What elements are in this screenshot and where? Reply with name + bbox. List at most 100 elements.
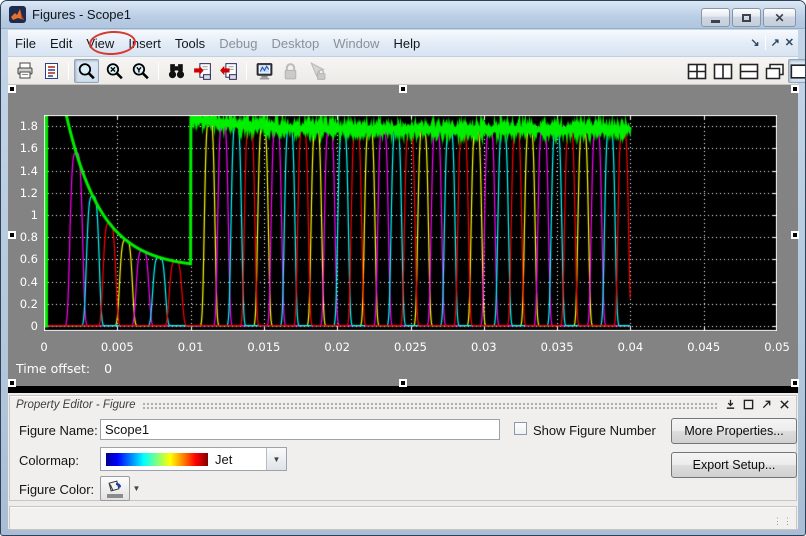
- y-tick-label: 0.8: [19, 230, 38, 245]
- tile-windows-icon: [687, 63, 706, 79]
- undock-icon[interactable]: ↗: [771, 37, 780, 49]
- separator: [764, 36, 766, 50]
- jet-colormap-swatch: [106, 452, 208, 466]
- dropdown-arrow-icon[interactable]: ▼: [266, 448, 286, 470]
- lock-axes-button[interactable]: [278, 59, 303, 83]
- floating-scope-icon: [256, 62, 273, 79]
- menu-insert[interactable]: Insert: [121, 36, 168, 51]
- signal-selection-icon: [310, 61, 326, 80]
- scope-bottom-edge: [8, 386, 798, 393]
- close-figure-icon[interactable]: ✕: [785, 37, 794, 49]
- selection-handle[interactable]: [791, 231, 799, 239]
- menu-tools[interactable]: Tools: [168, 36, 212, 51]
- property-editor-title: Property Editor - Figure: [16, 398, 136, 411]
- colormap-value: Jet: [215, 451, 233, 467]
- restore-axes-settings-icon: [220, 62, 237, 80]
- split-horizontal-button[interactable]: [736, 59, 761, 83]
- cascade-windows-icon: [765, 63, 784, 79]
- figure-name-label: Figure Name:: [19, 423, 98, 438]
- time-offset-value: 0: [104, 361, 113, 376]
- figure-color-dropdown-arrow-icon[interactable]: ▼: [130, 476, 143, 501]
- single-window-icon: [790, 63, 805, 79]
- parameters-button[interactable]: [38, 59, 63, 83]
- show-figure-number-checkbox[interactable]: [514, 422, 527, 435]
- signal-selection-button[interactable]: [304, 59, 329, 83]
- zoom-button[interactable]: [74, 59, 99, 83]
- status-strip: ⋮⋮: [9, 506, 797, 530]
- zoom-y-axis-button[interactable]: [128, 59, 153, 83]
- print-icon: [17, 62, 32, 79]
- save-axes-settings-button[interactable]: [190, 59, 215, 83]
- scope-plot[interactable]: [44, 115, 777, 331]
- time-offset: Time offset: 0: [16, 361, 112, 376]
- figures-window: Figures - Scope1 ✕ File Edit View Insert Too…: [0, 0, 806, 536]
- zoom-x-axis-button[interactable]: [102, 59, 127, 83]
- selection-handle[interactable]: [8, 379, 16, 387]
- autoscale-button[interactable]: [164, 59, 189, 83]
- menu-debug[interactable]: Debug: [212, 36, 264, 51]
- y-tick-label: 1.6: [19, 141, 38, 156]
- y-tick-label: 1.8: [19, 119, 38, 134]
- save-axes-settings-icon: [194, 62, 211, 80]
- menu-view[interactable]: View: [79, 36, 121, 51]
- property-editor-header: Property Editor - Figure: [10, 396, 796, 413]
- selection-handle[interactable]: [791, 379, 799, 387]
- x-tick-label: 0.05: [764, 340, 790, 354]
- tile-windows-button[interactable]: [684, 59, 709, 83]
- selection-handle[interactable]: [399, 379, 407, 387]
- paint-bucket-icon[interactable]: [100, 476, 130, 501]
- menubar-controls: ↘ ↗ ✕: [750, 30, 794, 56]
- colormap-label: Colormap:: [19, 453, 79, 468]
- matlab-app-icon: [9, 6, 26, 23]
- menu-window[interactable]: Window: [326, 36, 386, 51]
- panel-texture: [141, 402, 717, 409]
- y-tick-label: 0.4: [19, 274, 38, 289]
- resize-grip-icon[interactable]: ⋮⋮: [773, 516, 793, 527]
- titlebar: Figures - Scope1 ✕: [1, 1, 805, 29]
- restore-axes-settings-button[interactable]: [216, 59, 241, 83]
- split-vertical-icon: [713, 63, 732, 79]
- selection-handle[interactable]: [8, 85, 16, 93]
- dock-panel-icon[interactable]: [725, 399, 736, 410]
- separator: [158, 62, 159, 80]
- close-button[interactable]: ✕: [763, 8, 796, 27]
- autoscale-binoculars-icon: [168, 63, 185, 78]
- figure-name-input[interactable]: [100, 419, 500, 440]
- minimize-button[interactable]: [701, 8, 730, 27]
- print-button[interactable]: [12, 59, 37, 83]
- menu-desktop[interactable]: Desktop: [265, 36, 327, 51]
- x-tick-label: 0.015: [247, 340, 281, 354]
- x-tick-label: 0: [40, 340, 48, 354]
- menu-edit[interactable]: Edit: [43, 36, 79, 51]
- x-tick-label: 0.035: [540, 340, 574, 354]
- menu-file[interactable]: File: [8, 36, 43, 51]
- figure-color-button[interactable]: ▼: [100, 476, 143, 501]
- y-tick-label: 0.2: [19, 296, 38, 311]
- lock-axes-icon: [284, 62, 297, 79]
- selection-handle[interactable]: [791, 85, 799, 93]
- toolbar: [8, 57, 805, 85]
- parameters-icon: [44, 63, 58, 79]
- y-tick-label: 1: [30, 207, 38, 222]
- x-tick-label: 0.025: [394, 340, 427, 354]
- export-setup-button[interactable]: Export Setup...: [671, 452, 797, 478]
- zoom-icon: [78, 62, 95, 79]
- menu-help[interactable]: Help: [386, 36, 427, 51]
- split-vertical-button[interactable]: [710, 59, 735, 83]
- maximize-button[interactable]: [732, 8, 761, 27]
- undock-panel-icon[interactable]: [761, 399, 772, 410]
- close-icon: ✕: [774, 10, 785, 25]
- y-tick-label: 0.6: [19, 252, 38, 267]
- maximize-icon: [742, 13, 751, 22]
- cascade-windows-button[interactable]: [762, 59, 787, 83]
- floating-scope-button[interactable]: [252, 59, 277, 83]
- selection-handle[interactable]: [399, 85, 407, 93]
- maximize-panel-icon[interactable]: [743, 399, 754, 410]
- single-window-button[interactable]: [788, 59, 805, 83]
- dock-figure-icon[interactable]: ↘: [750, 37, 759, 49]
- y-tick-label: 1.2: [19, 185, 38, 200]
- zoom-x-axis-icon: [106, 62, 123, 79]
- more-properties-button[interactable]: More Properties...: [671, 418, 797, 444]
- colormap-dropdown[interactable]: Jet ▼: [100, 447, 287, 471]
- close-panel-icon[interactable]: [779, 399, 790, 410]
